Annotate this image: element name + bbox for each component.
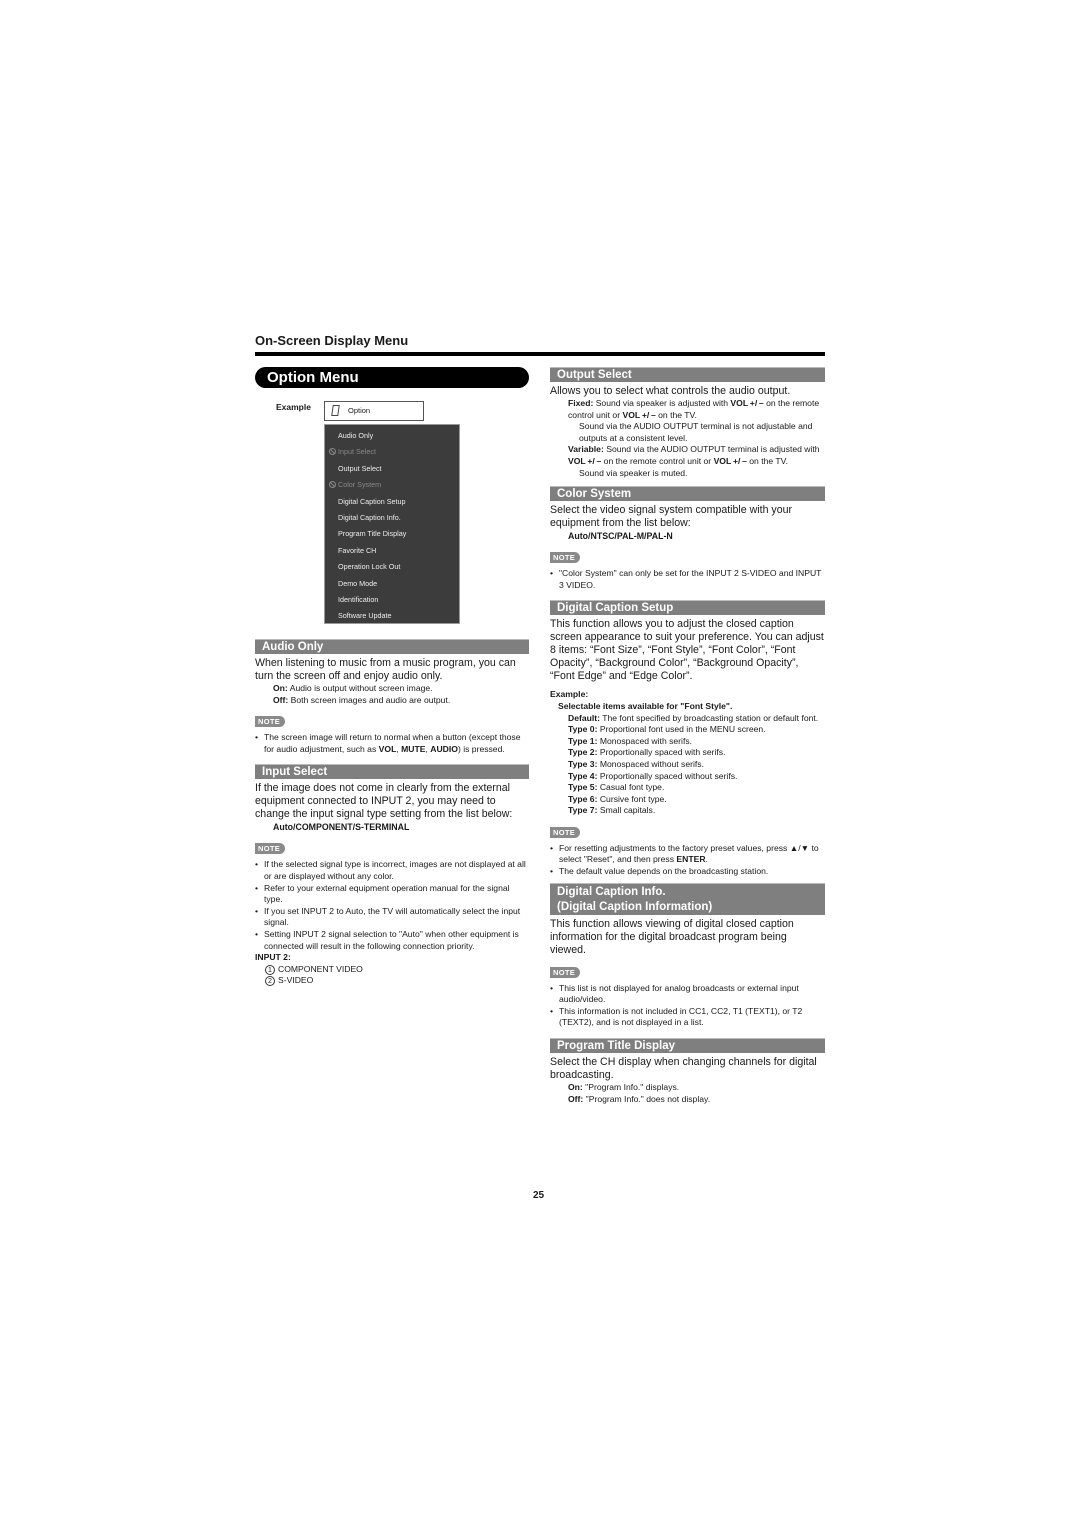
color-system-header: Color System <box>550 486 825 502</box>
unavailable-icon <box>329 448 336 456</box>
note-item: Setting INPUT 2 signal selection to "Aut… <box>255 929 529 952</box>
color-system-body: Select the video signal system compatibl… <box>550 504 793 530</box>
note-item: The screen image will return to normal w… <box>255 732 529 755</box>
priority-item: 2 S-VIDEO <box>255 975 529 987</box>
off-label: Off: <box>273 694 289 705</box>
note-item: This information is not included in CC1,… <box>550 1006 825 1029</box>
note-item: For resetting adjustments to the factory… <box>550 843 825 866</box>
audio-only-header: Audio Only <box>255 639 529 654</box>
input-select-body: If the image does not come in clearly fr… <box>255 782 513 821</box>
menu-item: Software Update <box>338 611 392 621</box>
font-style-item: Type 1: Monospaced with serifs. <box>568 735 693 746</box>
priority-item: 1 COMPONENT VIDEO <box>255 964 529 976</box>
variable-option: Variable: Sound via the AUDIO OUTPUT ter… <box>568 444 820 478</box>
option-icon <box>331 405 340 416</box>
on-text: "Program Info." displays. <box>582 1082 680 1093</box>
font-style-item: Type 3: Monospaced without serifs. <box>568 758 704 769</box>
font-style-item: Type 6: Cursive font type. <box>568 793 667 804</box>
example-label: Example <box>276 402 311 412</box>
right-column: Output Select Allows you to select what … <box>550 367 825 1105</box>
font-style-item: Default: The font specified by broadcast… <box>568 712 819 723</box>
font-style-item: Type 5: Casual font type. <box>568 782 665 793</box>
menu-item: Color System <box>325 477 459 493</box>
digital-caption-info-body: This function allows viewing of digital … <box>550 917 794 956</box>
input-select-header: Input Select <box>255 764 529 780</box>
menu-item: Digital Caption Setup <box>338 496 406 506</box>
font-style-item: Type 0: Proportional font used in the ME… <box>568 724 766 735</box>
divider <box>255 352 825 356</box>
on-label: On: <box>273 683 288 693</box>
digital-caption-setup-header: Digital Caption Setup <box>550 600 825 616</box>
note-badge: NOTE <box>550 966 581 978</box>
off-text: Both screen images and audio are output. <box>288 694 451 705</box>
output-select-body: Allows you to select what controls the a… <box>550 385 791 397</box>
menu-item: Program Title Display <box>338 529 407 539</box>
note-badge: NOTE <box>255 716 286 728</box>
note-item: "Color System" can only be set for the I… <box>550 568 825 591</box>
note-item: If the selected signal type is incorrect… <box>255 859 529 882</box>
off-label: Off: <box>568 1093 584 1104</box>
example-label: Example: <box>550 689 589 700</box>
unavailable-icon <box>329 481 336 489</box>
note-item: If you set INPUT 2 to Auto, the TV will … <box>255 906 529 929</box>
section-heading: On-Screen Display Menu <box>255 333 409 348</box>
digital-caption-info-header: Digital Caption Info. (Digital Caption In… <box>550 882 825 915</box>
menu-item: Identification <box>338 594 379 604</box>
note-item: This list is not displayed for analog br… <box>550 983 825 1006</box>
font-style-item: Type 4: Proportionally spaced without se… <box>568 770 738 781</box>
note-item: The default value depends on the broadca… <box>550 866 825 878</box>
page-title: Option Menu <box>255 367 529 388</box>
program-title-display-body: Select the CH display when changing chan… <box>550 1056 817 1082</box>
priority-label: INPUT 2: <box>255 952 291 963</box>
digital-caption-setup-body: This function allows you to adjust the c… <box>550 618 824 683</box>
option-menu-header: Option <box>324 401 424 421</box>
font-style-item: Type 7: Small capitals. <box>568 805 656 816</box>
program-title-display-header: Program Title Display <box>550 1038 825 1054</box>
menu-item: Audio Only <box>338 431 374 440</box>
note-badge: NOTE <box>550 552 581 564</box>
color-system-options: Auto/NTSC/PAL-M/PAL-N <box>568 531 673 542</box>
note-item: Refer to your external equipment operati… <box>255 883 529 906</box>
note-badge: NOTE <box>255 843 286 855</box>
output-select-header: Output Select <box>550 367 825 382</box>
menu-item: Digital Caption Info. <box>338 512 401 522</box>
on-text: Audio is output without screen image. <box>287 683 433 693</box>
audio-only-body: When listening to music from a music pro… <box>255 657 516 682</box>
example-sub: Selectable items available for "Font Sty… <box>558 700 733 711</box>
menu-item: Demo Mode <box>338 578 378 588</box>
font-style-item: Type 2: Proportionally spaced with serif… <box>568 747 726 758</box>
option-label: Option <box>348 406 371 415</box>
left-column: Audio Only When listening to music from … <box>255 639 529 987</box>
option-menu-list: Audio Only Input Select Output Select Color… <box>324 424 460 624</box>
input-select-options: Auto/COMPONENT/S-TERMINAL <box>273 822 410 833</box>
menu-item: Output Select <box>338 463 382 473</box>
menu-item: Operation Lock Out <box>338 562 401 572</box>
on-label: On: <box>568 1082 583 1093</box>
page-number: 25 <box>533 1190 545 1201</box>
note-badge: NOTE <box>550 826 581 838</box>
off-text: "Program Info." does not display. <box>583 1093 711 1104</box>
fixed-option: Fixed: Sound via speaker is adjusted wit… <box>568 398 820 443</box>
menu-item: Input Select <box>325 444 459 460</box>
menu-item: Favorite CH <box>338 545 377 555</box>
